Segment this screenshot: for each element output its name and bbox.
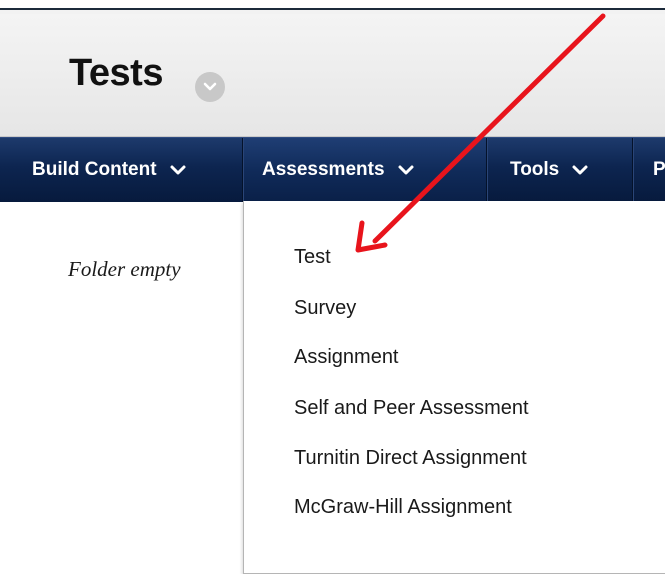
build-content-menu[interactable]: Build Content [32,138,187,202]
chevron-down-icon [398,165,414,175]
page-title: Tests [69,52,163,94]
assessments-label: Assessments [262,159,385,180]
menu-item-self-and-peer-assessment[interactable]: Self and Peer Assessment [294,397,529,420]
title-options-chevron-icon[interactable] [195,72,225,102]
menu-item-turnitin-direct-assignment[interactable]: Turnitin Direct Assignment [294,447,527,470]
menu-item-assignment[interactable]: Assignment [294,346,399,369]
assessments-dropdown-menu: Test Survey Assignment Self and Peer Ass… [243,201,665,574]
nav-divider [632,138,633,202]
menu-item-survey[interactable]: Survey [294,297,356,320]
folder-empty-message: Folder empty [68,257,181,281]
assessments-menu[interactable]: Assessments [262,138,415,202]
partner-content-label: P [653,159,665,180]
chevron-down-icon [203,82,217,91]
content-action-bar: Build Content Assessments Tools P [0,137,665,202]
chevron-down-icon [572,165,588,175]
tools-label: Tools [510,159,560,180]
nav-divider [486,138,487,202]
tools-menu[interactable]: Tools [510,138,589,202]
build-content-label: Build Content [32,159,157,180]
page-header: Tests [0,14,665,137]
menu-item-mcgraw-hill-assignment[interactable]: McGraw-Hill Assignment [294,496,512,519]
partner-content-menu[interactable]: P [653,138,665,202]
window-frame [0,0,665,14]
menu-item-test[interactable]: Test [294,246,331,269]
chevron-down-icon [170,165,186,175]
nav-divider [242,138,243,202]
